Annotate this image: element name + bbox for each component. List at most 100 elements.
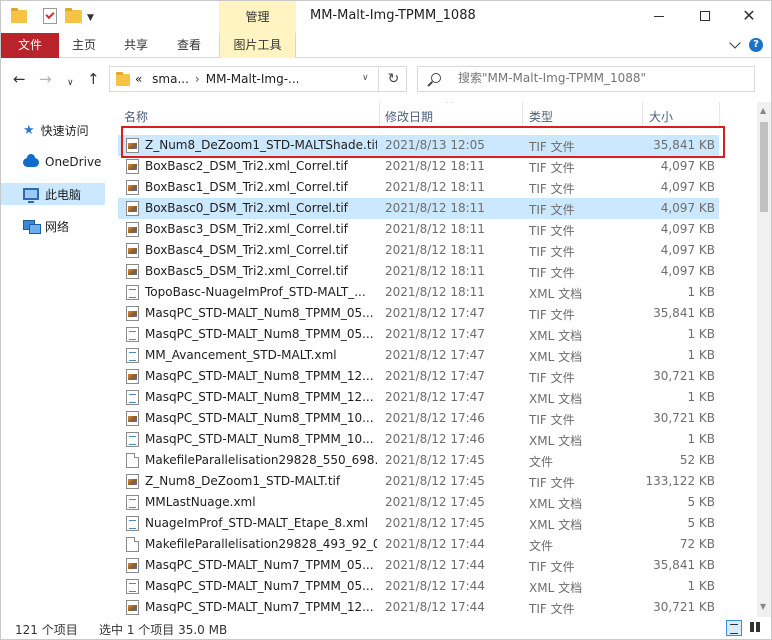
image-file-icon [126, 306, 139, 321]
tab-view[interactable]: 查看 [169, 33, 209, 58]
file-name: MasqPC_STD-MALT_Num7_TPMM_12... [145, 600, 374, 614]
nav-item-label: 网络 [45, 219, 70, 234]
file-row[interactable]: MakefileParallelisation29828_493_92_0 202… [118, 534, 719, 555]
file-name: MasqPC_STD-MALT_Num8_TPMM_10... [145, 432, 374, 446]
new-folder-icon[interactable] [65, 8, 81, 24]
scrollbar-thumb[interactable] [760, 122, 768, 212]
breadcrumb-overflow[interactable]: « [135, 72, 142, 86]
file-type: TIF 文件 [529, 224, 575, 238]
expand-ribbon-icon[interactable] [729, 37, 741, 49]
file-row[interactable]: MasqPC_STD-MALT_Num8_TPMM_05... 2021/8/12… [118, 303, 719, 324]
nav-item-this-pc[interactable]: 此电脑 [1, 183, 105, 205]
file-name: NuageImProf_STD-MALT_Etape_8.xml [145, 516, 369, 530]
recent-locations-icon[interactable]: ∨ [67, 75, 74, 91]
file-size: 4,097 KB [660, 222, 715, 236]
file-row[interactable]: BoxBasc2_DSM_Tri2.xml_Correl.tif 2021/8/1… [118, 156, 719, 177]
manage-tab[interactable]: 管理 [219, 1, 296, 33]
file-row[interactable]: MasqPC_STD-MALT_Num7_TPMM_12... 2021/8/12… [118, 597, 719, 617]
file-type: TIF 文件 [529, 560, 575, 574]
file-row[interactable]: BoxBasc1_DSM_Tri2.xml_Correl.tif 2021/8/1… [118, 177, 719, 198]
file-row[interactable]: MasqPC_STD-MALT_Num8_TPMM_10... 2021/8/12… [118, 429, 719, 450]
xml-file-icon [126, 348, 139, 363]
address-row: ← → ∨ ↑ « sma... › MM-Malt-Img-... ∨ ↻ [1, 58, 771, 102]
column-header-name[interactable]: 名称 [124, 108, 148, 125]
image-file-icon [126, 243, 139, 258]
file-type: TIF 文件 [529, 182, 575, 196]
column-divider[interactable] [379, 102, 380, 128]
column-divider[interactable] [719, 102, 720, 128]
image-file-icon [126, 159, 139, 174]
address-bar[interactable]: « sma... › MM-Malt-Img-... ∨ ↻ [109, 66, 407, 92]
file-row[interactable]: MasqPC_STD-MALT_Num8_TPMM_12... 2021/8/12… [118, 387, 719, 408]
file-name: MM_Avancement_STD-MALT.xml [145, 348, 337, 362]
column-divider[interactable] [642, 102, 643, 128]
back-button[interactable]: ← [13, 71, 26, 87]
forward-button[interactable]: → [39, 71, 52, 87]
large-icons-view-icon[interactable] [748, 620, 764, 636]
file-row[interactable]: NuageImProf_STD-MALT_Etape_8.xml 2021/8/1… [118, 513, 719, 534]
network-icon [23, 220, 41, 234]
file-type: TIF 文件 [529, 413, 575, 427]
column-header-date[interactable]: 修改日期 [385, 108, 433, 125]
nav-item-label: 此电脑 [45, 187, 82, 202]
file-row[interactable]: MasqPC_STD-MALT_Num7_TPMM_05... 2021/8/12… [118, 576, 719, 597]
file-row[interactable]: BoxBasc4_DSM_Tri2.xml_Correl.tif 2021/8/1… [118, 240, 719, 261]
address-dropdown-icon[interactable]: ∨ [362, 73, 369, 83]
scroll-down-icon[interactable]: ▼ [760, 602, 766, 611]
file-size: 4,097 KB [660, 201, 715, 215]
search-box[interactable] [417, 66, 755, 92]
file-icon [126, 453, 139, 468]
tab-picture-tools[interactable]: 图片工具 [219, 33, 296, 58]
file-row[interactable]: MakefileParallelisation29828_550_698... 2… [118, 450, 719, 471]
file-row[interactable]: TopoBasc-NuageImProf_STD-MALT_... 2021/8/… [118, 282, 719, 303]
file-date: 2021/8/12 17:47 [385, 390, 485, 404]
file-name: MasqPC_STD-MALT_Num8_TPMM_05... [145, 327, 374, 341]
breadcrumb-separator-icon[interactable]: › [195, 72, 200, 86]
file-size: 52 KB [679, 453, 715, 467]
vertical-scrollbar[interactable]: ▲ ▼ [757, 102, 771, 617]
properties-icon[interactable] [43, 8, 59, 24]
file-date: 2021/8/12 17:45 [385, 474, 485, 488]
file-row[interactable]: MasqPC_STD-MALT_Num8_TPMM_10... 2021/8/12… [118, 408, 719, 429]
maximize-button[interactable] [691, 5, 719, 27]
file-row[interactable]: MasqPC_STD-MALT_Num7_TPMM_05... 2021/8/12… [118, 555, 719, 576]
column-header-type[interactable]: 类型 [529, 108, 553, 125]
file-date: 2021/8/12 18:11 [385, 264, 485, 278]
file-row[interactable]: BoxBasc3_DSM_Tri2.xml_Correl.tif 2021/8/1… [118, 219, 719, 240]
help-icon[interactable]: ? [749, 38, 763, 52]
nav-item-network[interactable]: 网络 [1, 215, 105, 237]
quick-access-dropdown-icon[interactable]: ▼ [87, 13, 94, 23]
tab-file[interactable]: 文件 [1, 33, 59, 58]
breadcrumb-item[interactable]: MM-Malt-Img-... [206, 72, 300, 86]
up-button[interactable]: ↑ [87, 71, 100, 87]
file-row[interactable]: BoxBasc5_DSM_Tri2.xml_Correl.tif 2021/8/1… [118, 261, 719, 282]
breadcrumb-item[interactable]: sma... [152, 72, 189, 86]
minimize-button[interactable] [645, 5, 673, 27]
file-type: XML 文档 [529, 392, 583, 406]
file-row[interactable]: BoxBasc0_DSM_Tri2.xml_Correl.tif 2021/8/1… [118, 198, 719, 219]
tab-share[interactable]: 共享 [117, 33, 155, 58]
file-row[interactable]: Z_Num8_DeZoom1_STD-MALT.tif 2021/8/12 17:… [118, 471, 719, 492]
file-row[interactable]: MasqPC_STD-MALT_Num8_TPMM_05... 2021/8/12… [118, 324, 719, 345]
scroll-up-icon[interactable]: ▲ [760, 106, 766, 115]
nav-item-onedrive[interactable]: OneDrive [1, 151, 105, 173]
file-row[interactable]: MasqPC_STD-MALT_Num8_TPMM_12... 2021/8/12… [118, 366, 719, 387]
file-date: 2021/8/12 17:46 [385, 411, 485, 425]
file-row[interactable]: MMLastNuage.xml 2021/8/12 17:45 XML 文档 5 KB [118, 492, 719, 513]
details-view-icon[interactable] [726, 620, 742, 636]
column-divider[interactable] [522, 102, 523, 128]
search-input[interactable] [458, 71, 748, 85]
selection-highlight-box [121, 126, 725, 158]
close-button[interactable]: ✕ [735, 5, 763, 27]
tab-home[interactable]: 主页 [65, 33, 103, 58]
file-date: 2021/8/12 18:11 [385, 159, 485, 173]
separator [81, 10, 82, 24]
file-row[interactable]: MM_Avancement_STD-MALT.xml 2021/8/12 17:4… [118, 345, 719, 366]
refresh-button[interactable]: ↻ [378, 66, 408, 92]
file-size: 4,097 KB [660, 264, 715, 278]
nav-item-quick-access[interactable]: ★ 快速访问 [1, 119, 105, 141]
column-header-size[interactable]: 大小 [649, 108, 673, 125]
image-file-icon [126, 558, 139, 573]
nav-item-label: 快速访问 [40, 123, 89, 138]
file-name: BoxBasc3_DSM_Tri2.xml_Correl.tif [145, 222, 348, 236]
